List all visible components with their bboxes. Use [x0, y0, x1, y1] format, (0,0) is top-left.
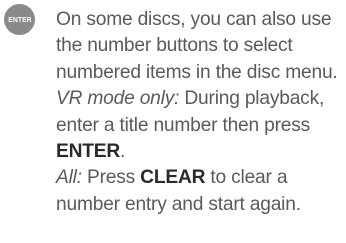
- instruction-text: On some discs, you can also use the numb…: [56, 7, 344, 218]
- paragraph-all: All: Press CLEAR to clear a number entry…: [56, 165, 344, 218]
- paragraph-vr-mode: VR mode only: During playback, enter a t…: [56, 86, 344, 165]
- vr-mode-label: VR mode only:: [56, 88, 180, 110]
- enter-key-name: ENTER: [56, 141, 121, 163]
- vr-mode-end: .: [120, 141, 126, 163]
- paragraph-number-buttons: On some discs, you can also use the numb…: [56, 9, 338, 83]
- enter-button-icon: ENTER: [4, 4, 35, 35]
- enter-icon-label: ENTER: [7, 15, 32, 24]
- clear-key-name: CLEAR: [140, 167, 206, 189]
- all-label: All:: [56, 167, 82, 189]
- all-text-before: Press: [81, 167, 141, 189]
